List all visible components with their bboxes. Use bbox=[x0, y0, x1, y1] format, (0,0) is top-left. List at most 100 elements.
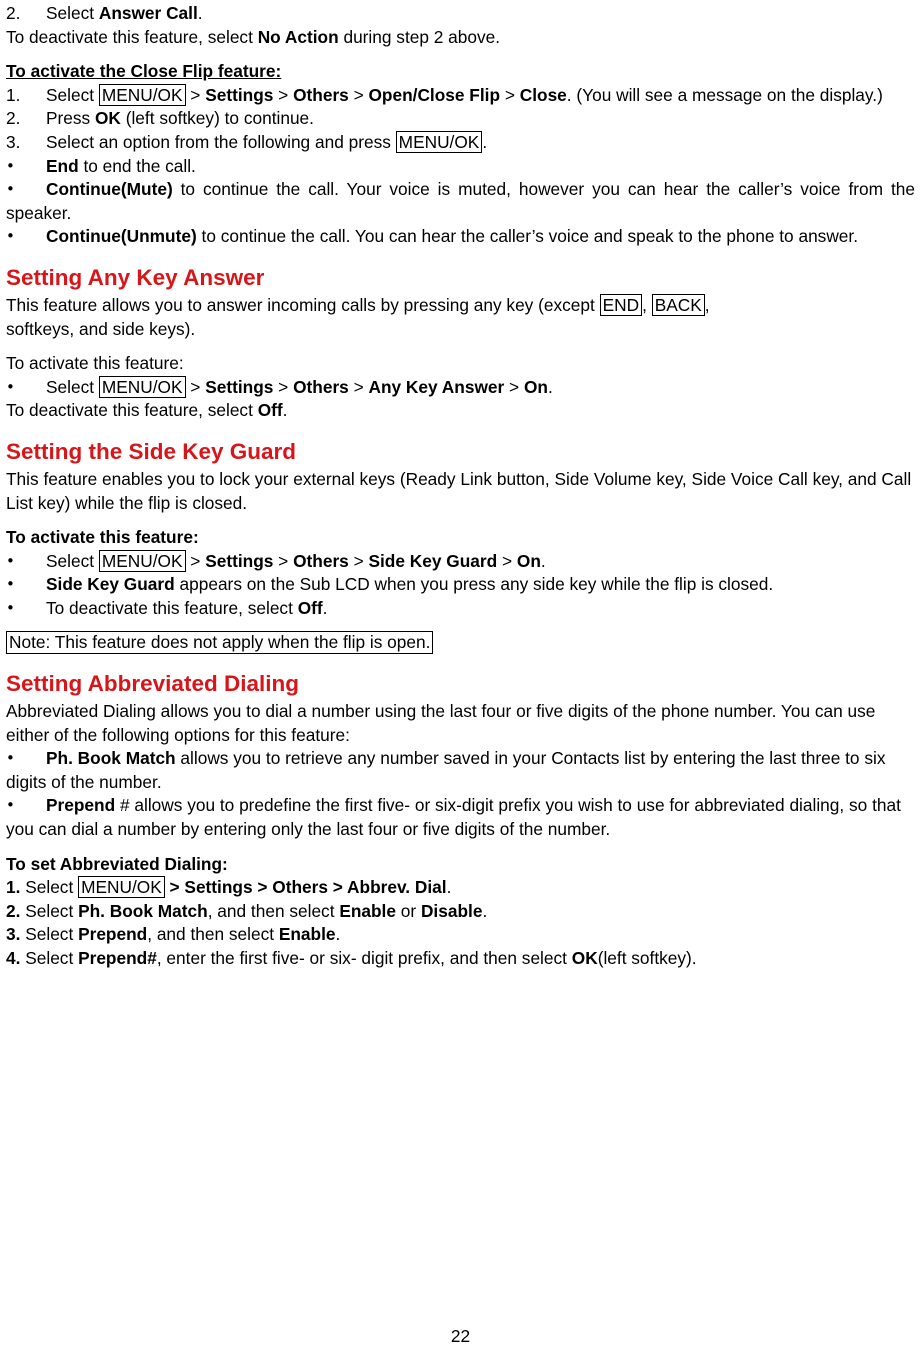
text: Select bbox=[20, 900, 79, 921]
bold-text: Prepend bbox=[78, 924, 148, 945]
list-body: Select an option from the following and … bbox=[46, 130, 488, 153]
text: To deactivate this feature, select bbox=[6, 400, 258, 421]
any-key-deactivate-line: To deactivate this feature, select Off. bbox=[6, 399, 915, 423]
text: > bbox=[348, 376, 369, 397]
list-body: Prepend # allows you to predefine the fi… bbox=[6, 795, 901, 839]
bold-text: Open/Close Flip bbox=[368, 84, 501, 105]
bold-text: Others bbox=[293, 84, 349, 105]
text: > bbox=[185, 550, 206, 571]
list-marker: 3. bbox=[6, 131, 21, 152]
list-body: Continue(Mute) to continue the call. You… bbox=[6, 179, 915, 223]
bold-text: Continue(Unmute) bbox=[46, 226, 197, 247]
document-page: 2. Select Answer Call. To deactivate thi… bbox=[0, 0, 921, 1359]
list-marker: 2. bbox=[6, 3, 21, 23]
text: during step 2 above. bbox=[338, 26, 501, 47]
text: > bbox=[497, 550, 517, 571]
text: (left softkey). bbox=[597, 948, 697, 968]
bold-text: OK bbox=[571, 948, 598, 968]
abbrev-step4: 4. Select Prepend#, enter the first five… bbox=[6, 947, 915, 971]
bold-text: Any Key Answer bbox=[368, 376, 505, 397]
bold-text: On bbox=[516, 550, 541, 571]
text: appears on the Sub LCD when you press an… bbox=[174, 574, 774, 595]
text: > bbox=[273, 84, 294, 105]
bold-text: Ph. Book Match bbox=[46, 748, 176, 769]
key-label-menu-ok: MENU/OK bbox=[78, 876, 165, 899]
text: Select bbox=[20, 924, 79, 945]
text: > bbox=[273, 376, 294, 397]
list-body: Ph. Book Match allows you to retrieve an… bbox=[6, 748, 885, 792]
text: To deactivate this feature, select bbox=[46, 597, 298, 618]
text: . bbox=[446, 877, 452, 898]
bold-text: Ph. Book Match bbox=[78, 900, 208, 921]
bold-text: End bbox=[46, 155, 79, 176]
key-label-menu-ok: MENU/OK bbox=[98, 549, 186, 572]
text: , bbox=[642, 294, 652, 315]
text: Select bbox=[46, 3, 99, 23]
bold-text: Others bbox=[293, 550, 349, 571]
bullet-icon: • bbox=[6, 180, 15, 199]
text: This feature allows you to answer incomi… bbox=[6, 294, 600, 315]
list-body: Select MENU/OK > Settings > Others > Ope… bbox=[46, 83, 883, 106]
text: , enter the first five- or six- digit pr… bbox=[156, 948, 572, 968]
text: # allows you to predefine the first five… bbox=[6, 795, 901, 840]
key-label-menu-ok: MENU/OK bbox=[98, 375, 186, 398]
list-item-any-key-path: • Select MENU/OK > Settings > Others > A… bbox=[6, 375, 915, 400]
bold-text: Others bbox=[293, 376, 349, 397]
any-key-activate-heading: To activate this feature: bbox=[6, 353, 184, 374]
text: > bbox=[348, 550, 369, 571]
list-item-continue-unmute: • Continue(Unmute) to continue the call.… bbox=[6, 225, 915, 249]
list-item-close-flip-step1: 1. Select MENU/OK > Settings > Others > … bbox=[6, 83, 915, 108]
side-key-intro: This feature enables you to lock your ex… bbox=[6, 468, 912, 513]
text: Press bbox=[46, 108, 95, 129]
text: . bbox=[197, 3, 203, 23]
bullet-icon: • bbox=[6, 377, 15, 396]
list-marker: 3. bbox=[6, 924, 21, 945]
list-item-side-key-sublcd: • Side Key Guard appears on the Sub LCD … bbox=[6, 573, 915, 597]
section-heading-abbreviated-dialing: Setting Abbreviated Dialing bbox=[6, 671, 299, 697]
text: . bbox=[282, 400, 288, 421]
list-item-continue-mute: • Continue(Mute) to continue the call. Y… bbox=[6, 178, 915, 225]
text: To deactivate this feature, select bbox=[6, 26, 258, 47]
bold-text: Disable bbox=[420, 900, 483, 921]
bullet-icon: • bbox=[6, 551, 15, 570]
bullet-icon: • bbox=[6, 227, 15, 246]
text: or bbox=[395, 900, 421, 921]
text: > bbox=[273, 550, 294, 571]
list-marker: 1. bbox=[6, 84, 21, 105]
list-marker: 2. bbox=[6, 108, 21, 129]
text: . bbox=[482, 131, 488, 152]
text: Select bbox=[46, 550, 99, 571]
bold-text: Side Key Guard bbox=[368, 550, 498, 571]
list-body: Select MENU/OK > Settings > Others > Any… bbox=[46, 375, 553, 398]
list-body: Side Key Guard appears on the Sub LCD wh… bbox=[46, 574, 773, 594]
bold-text: > Settings > Others > Abbrev. Dial bbox=[164, 877, 447, 898]
text: , and then select bbox=[207, 900, 340, 921]
list-item-close-flip-step3: 3. Select an option from the following a… bbox=[6, 130, 915, 155]
text: (left softkey) to continue. bbox=[120, 108, 314, 129]
close-flip-heading: To activate the Close Flip feature: bbox=[6, 60, 915, 84]
deactivate-answer-call-line: To deactivate this feature, select No Ac… bbox=[6, 26, 915, 50]
key-label-end: END bbox=[599, 293, 643, 316]
list-body: Select Answer Call. bbox=[46, 3, 203, 23]
text: . bbox=[540, 550, 546, 571]
list-item-end: • End to end the call. bbox=[6, 155, 915, 179]
list-marker: 1. bbox=[6, 877, 21, 898]
text: to continue the call. You can hear the c… bbox=[196, 226, 859, 247]
list-item-side-key-deactivate: • To deactivate this feature, select Off… bbox=[6, 597, 915, 621]
list-item-prepend: • Prepend # allows you to predefine the … bbox=[6, 794, 915, 841]
page-number: 22 bbox=[450, 1326, 471, 1346]
text: > bbox=[348, 84, 369, 105]
list-item-ph-book-match: • Ph. Book Match allows you to retrieve … bbox=[6, 747, 915, 794]
abbrev-step2: 2. Select Ph. Book Match, and then selec… bbox=[6, 900, 915, 924]
text: . bbox=[482, 900, 488, 921]
bullet-icon: • bbox=[6, 749, 15, 768]
side-key-activate-heading: To activate this feature: bbox=[6, 527, 199, 548]
bold-text: Settings bbox=[205, 376, 274, 397]
text: Select bbox=[46, 84, 99, 105]
text: > bbox=[185, 84, 206, 105]
bold-text: No Action bbox=[257, 26, 339, 47]
bold-text: On bbox=[523, 376, 548, 397]
abbrev-set-heading: To set Abbreviated Dialing: bbox=[6, 853, 228, 874]
